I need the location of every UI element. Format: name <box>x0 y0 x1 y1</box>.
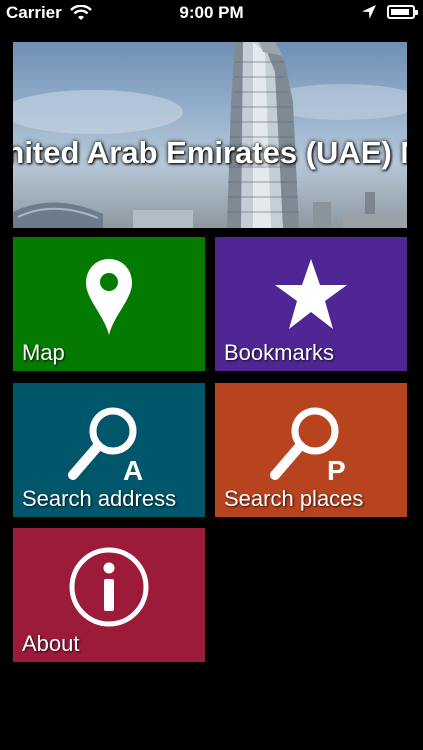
status-time: 9:00 PM <box>179 3 244 22</box>
banner-image: United Arab Emirates (UAE) Map <box>13 42 407 228</box>
status-bar: Carrier 9:00 PM <box>0 0 423 28</box>
battery-fill <box>391 9 409 15</box>
banner-title: United Arab Emirates (UAE) Map <box>13 135 407 170</box>
star-icon <box>275 259 347 329</box>
search-address-tile-label: Search address <box>22 486 177 511</box>
about-tile[interactable]: About <box>13 528 205 662</box>
location-arrow-icon <box>362 5 376 19</box>
battery-icon <box>387 5 418 19</box>
search-places-tile[interactable]: P Search places <box>215 383 407 517</box>
info-icon <box>69 547 149 627</box>
search-address-icon-letter: A <box>123 455 144 486</box>
map-tile-label: Map <box>22 340 65 365</box>
map-pin-icon <box>86 259 132 335</box>
map-tile[interactable]: Map <box>13 237 205 371</box>
search-address-tile[interactable]: A Search address <box>13 383 205 517</box>
status-right <box>361 4 418 20</box>
about-tile-label: About <box>22 631 80 656</box>
search-places-icon-letter: P <box>327 455 346 486</box>
bookmarks-tile-label: Bookmarks <box>224 340 335 365</box>
bookmarks-tile[interactable]: Bookmarks <box>215 237 407 371</box>
search-places-tile-label: Search places <box>224 486 364 511</box>
